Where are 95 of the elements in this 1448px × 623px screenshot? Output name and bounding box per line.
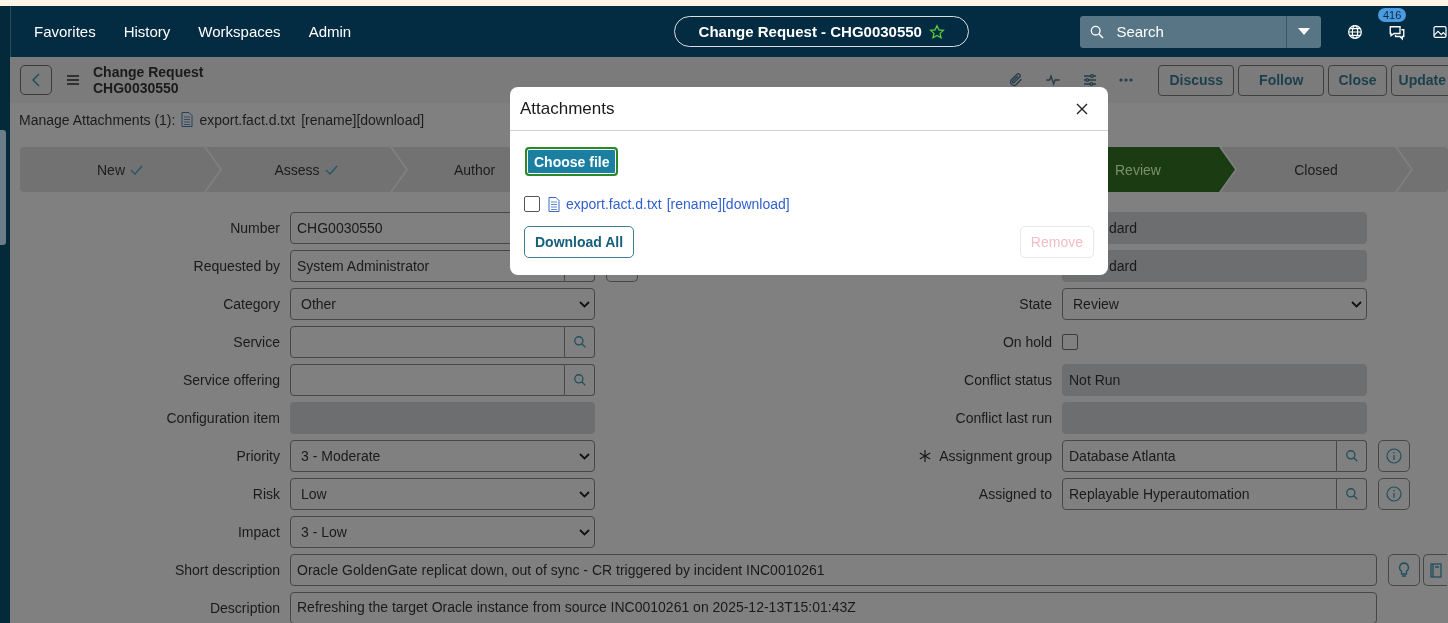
lookup-button[interactable] [565,326,595,358]
document-icon [181,112,194,127]
field-label: On hold [1002,334,1052,350]
record-type-title: Change Request [93,64,204,80]
chevron-down-icon [1351,300,1362,308]
menu-icon[interactable] [67,75,79,85]
select-field[interactable]: Review [1062,288,1367,320]
search-icon [1089,23,1106,40]
field-label: Short description [174,562,280,578]
field-label: Assigned to [978,486,1052,502]
attachments-label: Manage Attachments (1): [19,111,176,128]
field-label: Priority [236,448,280,464]
picture-frame-icon[interactable] [1432,23,1448,40]
stage-step: New [20,147,220,192]
template-button[interactable] [1423,554,1447,586]
search-icon [572,373,587,387]
stage-step: Closed [1221,147,1411,192]
field-label: Conflict status [964,372,1052,388]
stage-step: Assess [206,147,406,192]
activity-icon[interactable] [1045,72,1062,88]
book-icon [1429,562,1442,578]
field-label: State [1019,296,1052,312]
star-icon[interactable] [928,23,945,40]
search-input[interactable]: Search [1114,22,1269,41]
action-button[interactable]: Discuss [1158,64,1235,96]
attachment-action-link[interactable]: [download] [721,196,790,212]
nav-menu[interactable]: History [123,23,171,40]
reference-field[interactable]: Database Atlanta [1062,440,1337,472]
back-button[interactable] [20,65,52,95]
action-button[interactable]: Follow [1238,64,1325,96]
chevron-down-icon [579,300,590,308]
notification-badge: 416 [1378,7,1407,22]
reference-field[interactable] [290,364,565,396]
close-icon [1076,102,1088,115]
dialog-title: Attachments [520,98,615,119]
search-field[interactable]: Search [1080,15,1287,48]
attachment-action-link[interactable]: [download] [356,111,425,128]
field-label: Service [233,334,280,350]
info-button[interactable] [1378,478,1410,510]
attachment-file-link[interactable]: export.fact.d.txt [566,196,662,212]
paperclip-icon[interactable] [1008,72,1025,88]
download-all-button[interactable]: Download All [524,226,635,258]
field-label: Category [223,296,280,312]
field-label: Description [209,600,280,616]
description-field[interactable]: Refreshing the target Oracle instance from source INC0010261 on 2025-12-13T15:01:43Z [290,592,1377,623]
reference-field[interactable] [290,326,565,358]
chevron-left-icon [31,73,41,87]
search-icon [1344,449,1359,463]
attachment-action-link[interactable]: [rename] [301,111,357,128]
search-icon [1344,487,1359,501]
info-icon [1386,486,1402,502]
field-label: Configuration item [166,410,280,426]
lightbulb-icon [1398,562,1410,578]
choose-file-button[interactable]: Choose file [525,147,619,176]
field-label: Assignment group [939,448,1052,464]
globe-icon[interactable] [1347,23,1363,40]
nav-menu[interactable]: Workspaces [198,23,281,40]
info-button[interactable] [1378,440,1410,472]
info-icon [1386,448,1402,464]
field-label: Service offering [183,372,280,388]
field-label: Impact [238,524,280,540]
record-title-pill[interactable]: Change Request - CHG0030550 [674,16,970,47]
field-label: Number [230,220,280,236]
field-label: Conflict last run [955,410,1052,426]
caret-down-icon [1298,27,1311,36]
action-button[interactable]: Update [1390,64,1448,96]
document-icon [548,196,560,212]
nav-menu[interactable]: Admin [308,23,352,40]
search-scope-dropdown[interactable] [1286,15,1321,48]
action-button[interactable]: Close [1328,64,1387,96]
lookup-button[interactable] [565,364,595,396]
reference-field[interactable]: Replayable Hyperautomation [1062,478,1337,510]
select-field[interactable]: 3 - Low [290,516,595,548]
attachment-file-link[interactable]: export.fact.d.txt [199,111,296,128]
select-field[interactable]: Low [290,478,595,510]
readonly-field: Not Run [1062,364,1367,396]
suggestion-button[interactable] [1388,554,1420,586]
chevron-down-icon [579,490,590,498]
text-field[interactable]: Oracle GoldenGate replicat down, out of sync - CR triggered by incident INC0010261 [290,554,1377,586]
field-label: Requested by [193,258,280,274]
lookup-button[interactable] [1337,440,1367,472]
attachment-action-link[interactable]: [rename] [666,196,722,212]
chevron-down-icon [579,452,590,460]
checkbox[interactable] [524,196,540,212]
select-field[interactable]: 3 - Moderate [290,440,595,472]
lookup-button[interactable] [1337,478,1367,510]
checkbox[interactable] [1062,334,1078,350]
field-label: Risk [252,486,280,502]
record-number: CHG0030550 [93,80,180,96]
chevron-down-icon [579,528,590,536]
search-icon [572,335,587,349]
nav-menu[interactable]: Favorites [34,23,96,40]
more-icon[interactable] [1119,78,1134,82]
select-field[interactable]: Other [290,288,595,320]
settings-icon[interactable] [1082,72,1099,88]
